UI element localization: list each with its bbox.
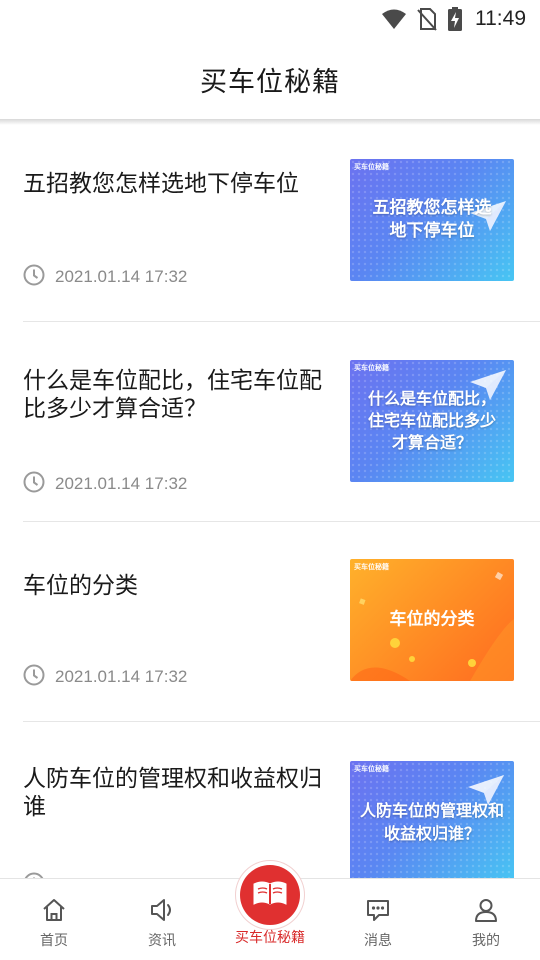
nav-item-news[interactable]: 资讯 (108, 879, 216, 960)
article-thumbnail[interactable]: 买车位秘籍 人防车位的管理权和收益权归谁？ (350, 761, 514, 878)
article-title: 五招教您怎样选地下停车位 (23, 171, 299, 197)
thumbnail-text: 车位的分类 (389, 609, 475, 630)
thumbnail-brand: 买车位秘籍 (354, 163, 389, 171)
status-bar: 11:49 (0, 0, 540, 38)
nav-item-secrets-label[interactable]: 买车位秘籍 (216, 927, 324, 947)
message-icon (365, 896, 391, 924)
thumbnail-text: 人防车位的管理权和收益权归谁？ (359, 801, 504, 843)
article-meta: 2021.01.14 17:32 (23, 264, 187, 290)
nav-item-profile[interactable]: 我的 (432, 879, 540, 960)
thumbnail-brand: 买车位秘籍 (354, 563, 389, 571)
clock-icon (23, 664, 45, 690)
article-thumbnail[interactable]: 买车位秘籍 五招教您怎样选地下停车位 (350, 159, 514, 281)
nav-label: 首页 (40, 933, 68, 949)
page-title: 买车位秘籍 (200, 66, 340, 98)
nav-label: 我的 (472, 933, 500, 949)
no-sim-icon (417, 7, 437, 31)
article-meta: 2021.01.14 17:32 (23, 664, 187, 690)
article-thumbnail[interactable]: 买车位秘籍 车位的分类 (350, 559, 514, 681)
nav-label: 消息 (364, 933, 392, 949)
page-header: 买车位秘籍 (0, 38, 540, 120)
book-icon (250, 878, 290, 912)
article-date: 2021.01.14 17:32 (55, 267, 188, 286)
status-time: 11:49 (475, 7, 526, 30)
article-item[interactable]: 车位的分类 2021.01.14 17:32 买车位秘籍 车位的分类 (0, 522, 540, 722)
nav-item-home[interactable]: 首页 (0, 879, 108, 960)
thumbnail-text: 五招教您怎样选地下停车位 (372, 198, 492, 241)
thumbnail-brand: 买车位秘籍 (354, 765, 389, 773)
nav-item-messages[interactable]: 消息 (324, 879, 432, 960)
home-icon (41, 896, 67, 924)
article-item[interactable]: 五招教您怎样选地下停车位 2021.01.14 17:32 买车位秘籍 五招教您… (0, 122, 540, 322)
nav-label: 资讯 (148, 933, 176, 949)
article-date: 2021.01.14 17:32 (55, 474, 188, 493)
clock-icon (23, 471, 45, 497)
article-meta: 2021.01.14 17:32 (23, 471, 187, 497)
wifi-icon (381, 8, 407, 30)
nav-item-secrets-button[interactable] (240, 865, 300, 925)
speaker-icon (148, 896, 176, 924)
article-date: 2021.01.14 17:32 (55, 667, 188, 686)
clock-icon (23, 264, 45, 290)
article-item[interactable]: 人防车位的管理权和收益权归谁 买车位秘籍 人防车位的管理权和收益权归谁？ (0, 722, 540, 878)
user-icon (473, 896, 499, 924)
article-title: 车位的分类 (23, 573, 138, 599)
thumbnail-brand: 买车位秘籍 (354, 364, 389, 372)
article-thumbnail[interactable]: 买车位秘籍 什么是车位配比，住宅车位配比多少才算合适？ (350, 360, 514, 482)
article-title: 人防车位的管理权和收益权归谁 (23, 766, 322, 820)
article-title: 什么是车位配比，住宅车位配比多少才算合适？ (23, 368, 322, 422)
article-item[interactable]: 什么是车位配比，住宅车位配比多少才算合适？ 2021.01.14 17:32 买… (0, 322, 540, 522)
thumbnail-text: 什么是车位配比，住宅车位配比多少才算合适？ (367, 389, 496, 452)
battery-charging-icon (447, 6, 463, 32)
article-list[interactable]: 五招教您怎样选地下停车位 2021.01.14 17:32 买车位秘籍 五招教您… (0, 122, 540, 878)
